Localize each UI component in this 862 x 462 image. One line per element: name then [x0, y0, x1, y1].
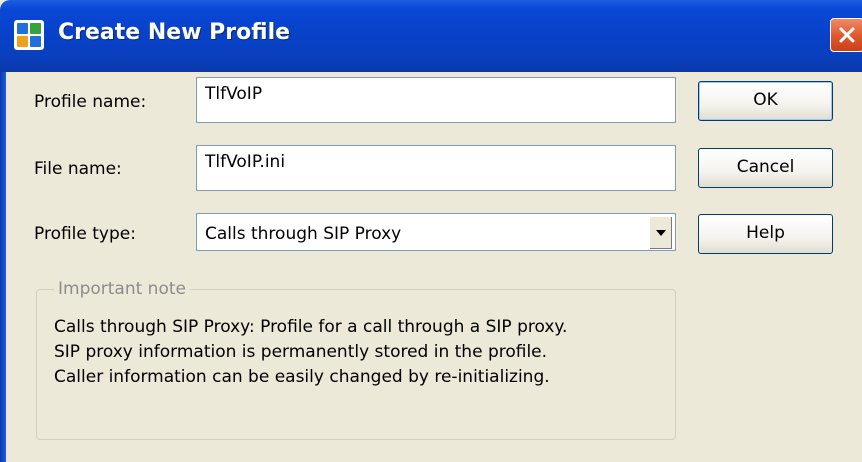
cancel-button[interactable]: Cancel [698, 148, 833, 188]
profile-type-select[interactable]: Calls through SIP Proxy [196, 213, 676, 251]
important-note-legend: Important note [54, 279, 190, 299]
window-title: Create New Profile [58, 20, 291, 45]
profile-type-value: Calls through SIP Proxy [205, 224, 402, 244]
file-name-label: File name: [34, 159, 122, 179]
title-bar[interactable]: Create New Profile [0, 0, 862, 72]
dialog-body: Profile name: TlfVoIP File name: TlfVoIP… [6, 72, 862, 462]
chevron-down-icon [656, 230, 666, 236]
profile-name-input[interactable]: TlfVoIP [196, 77, 676, 123]
profile-name-label: Profile name: [34, 92, 147, 112]
important-note-group [36, 289, 676, 440]
close-button[interactable] [830, 18, 862, 52]
note-line-3: Caller information can be easily changed… [54, 367, 550, 387]
profile-type-label: Profile type: [34, 224, 136, 244]
app-logo-icon [14, 20, 44, 50]
ok-button[interactable]: OK [698, 81, 833, 121]
close-icon [839, 27, 855, 43]
file-name-input[interactable]: TlfVoIP.ini [196, 145, 676, 191]
dropdown-button[interactable] [649, 216, 673, 250]
note-line-1: Calls through SIP Proxy: Profile for a c… [54, 317, 568, 337]
note-line-2: SIP proxy information is permanently sto… [54, 342, 548, 362]
help-button[interactable]: Help [698, 214, 833, 254]
